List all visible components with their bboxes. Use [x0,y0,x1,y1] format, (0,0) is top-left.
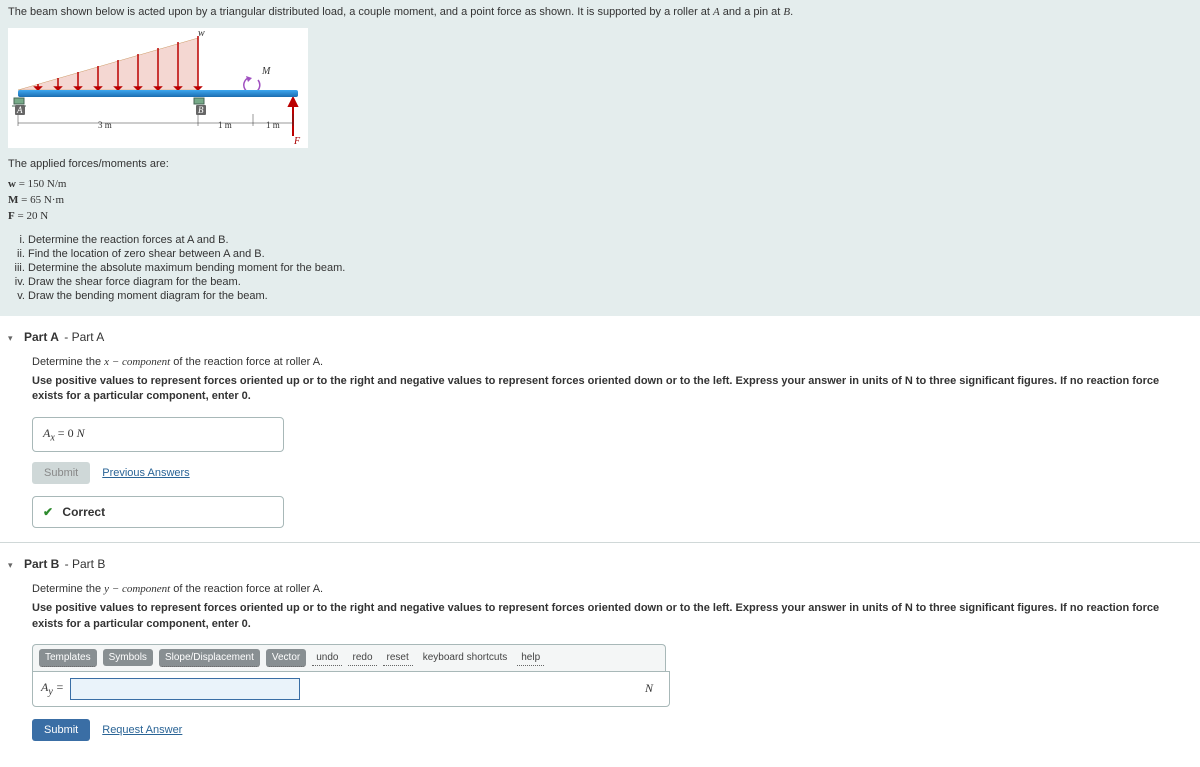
part-a-answer-box: Ax = 0 N [32,417,284,452]
part-b-title-rest: - Part B [61,557,105,571]
dim-BC: 1 m [218,120,232,130]
dim-AB: 3 m [98,120,112,130]
toolbar-reset-button[interactable]: reset [383,650,413,666]
part-b-instruction: Determine the y − component of the react… [32,583,1192,595]
part-b-header[interactable]: Part B - Part B [8,557,1192,571]
part-a-status-correct: Correct [32,496,284,528]
part-b-bold-instruction: Use positive values to represent forces … [32,601,1192,632]
label-A: A [15,105,25,115]
toolbar-symbols-button[interactable]: Symbols [103,649,153,666]
part-a-previous-answers-link[interactable]: Previous Answers [102,467,189,479]
toolbar-keyboard-button[interactable]: keyboard shortcuts [419,650,512,665]
toolbar-help-button[interactable]: help [517,650,544,666]
task-list: Determine the reaction forces at A and B… [28,234,1192,302]
label-w: w [198,28,205,39]
part-b-answer-input[interactable] [70,678,300,700]
toolbar-templates-button[interactable]: Templates [39,649,97,667]
part-a-header[interactable]: Part A - Part A [8,330,1192,344]
chevron-down-icon [8,330,18,344]
answer-toolbar: Templates Symbols Slope/Displacement Vec… [32,644,666,671]
force-w-label: w [8,178,16,190]
part-a-instruction: Determine the x − component of the react… [32,356,1192,368]
task-item: Draw the shear force diagram for the bea… [28,276,1192,288]
beam-diagram: w M F A B 3 m 1 m 1 m [8,28,308,148]
part-a: Part A - Part A Determine the x − compon… [0,316,1200,543]
label-F: F [294,136,300,147]
part-a-submit-button: Submit [32,462,90,484]
force-M-val: = 65 N·m [21,194,64,206]
intro-text: The beam shown below is acted upon by a … [8,6,1192,18]
label-M: M [262,66,270,77]
task-item: Determine the reaction forces at A and B… [28,234,1192,246]
part-b-submit-button[interactable]: Submit [32,719,90,741]
toolbar-vector-button[interactable]: Vector [266,649,306,667]
part-b-title-bold: Part B [24,557,59,571]
force-M-label: M [8,194,18,206]
task-item: Find the location of zero shear between … [28,248,1192,260]
forces-heading: The applied forces/moments are: [8,158,1192,170]
force-F-label: F [8,210,15,222]
task-item: Determine the absolute maximum bending m… [28,262,1192,274]
force-F-val: = 20 N [17,210,48,222]
toolbar-redo-button[interactable]: redo [348,650,376,666]
part-a-title-rest: - Part A [61,330,104,344]
dim-CD: 1 m [266,120,280,130]
toolbar-slope-button[interactable]: Slope/Displacement [159,649,260,667]
toolbar-undo-button[interactable]: undo [312,650,342,666]
part-b: Part B - Part B Determine the y − compon… [0,543,1200,767]
part-b-input-strip: Ay = N [32,671,670,707]
part-a-bold-instruction: Use positive values to represent forces … [32,374,1192,405]
problem-statement: The beam shown below is acted upon by a … [0,0,1200,316]
task-item: Draw the bending moment diagram for the … [28,290,1192,302]
part-b-unit: N [645,681,653,696]
chevron-down-icon [8,557,18,571]
force-w-val: = 150 N/m [19,178,67,190]
part-a-title-bold: Part A [24,330,59,344]
label-B: B [196,105,206,115]
forces-list: w = 150 N/m M = 65 N·m F = 20 N [8,178,1192,222]
part-b-request-answer-link[interactable]: Request Answer [102,724,182,736]
